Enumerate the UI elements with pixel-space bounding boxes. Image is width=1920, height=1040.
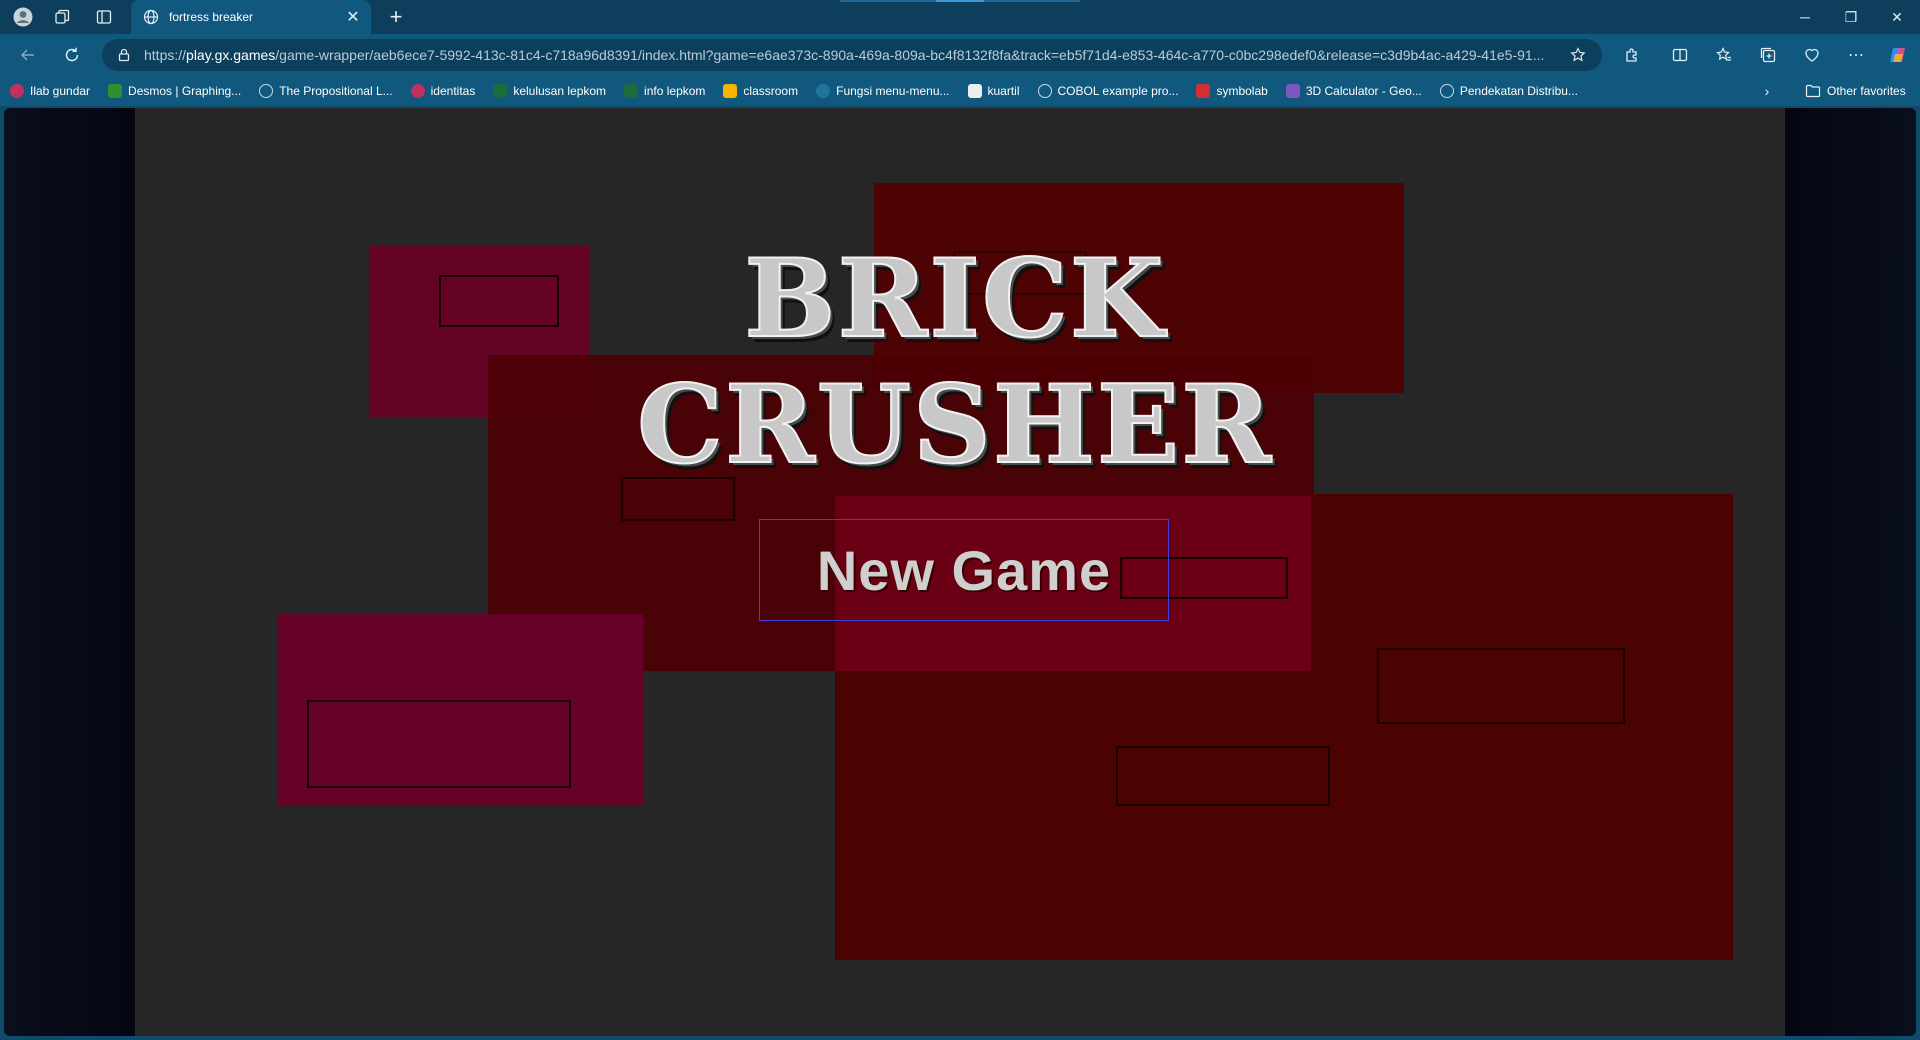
bookmark-symbolab[interactable]: symbolab [1196, 84, 1268, 98]
refresh-button[interactable] [56, 41, 88, 69]
lock-icon[interactable] [114, 48, 134, 62]
globe-icon [143, 9, 159, 25]
left-letterbox [4, 108, 135, 1036]
minimize-button[interactable]: ─ [1782, 0, 1828, 34]
classroom-icon [723, 84, 738, 98]
symbolab-icon [1196, 84, 1211, 98]
ilab-icon [10, 84, 24, 98]
favorites-icon[interactable] [1708, 41, 1740, 69]
other-favorites-folder[interactable]: Other favorites [1805, 76, 1906, 106]
extensions-icon[interactable] [1616, 41, 1648, 69]
browser-title-bar: fortress breaker ✕ + ─ ❐ ✕ [0, 0, 1920, 34]
url-text[interactable]: https://play.gx.games/game-wrapper/aeb6e… [144, 47, 1566, 63]
browser-toolbar: https://play.gx.games/game-wrapper/aeb6e… [0, 34, 1920, 76]
doc-icon [967, 84, 982, 98]
lepkom-icon [624, 84, 639, 98]
bookmark-kuartil[interactable]: kuartil [967, 84, 1020, 98]
split-screen-icon[interactable] [1664, 41, 1696, 69]
desmos-icon [108, 84, 123, 98]
brick-outline [1116, 746, 1330, 806]
bookmark-fungsi-menu[interactable]: Fungsi menu-menu... [816, 84, 950, 98]
url-host: play.gx.games [186, 47, 276, 63]
bookmark-info-lepkom[interactable]: info lepkom [624, 84, 705, 98]
bookmark-kelulusan-lepkom[interactable]: kelulusan lepkom [493, 84, 606, 98]
folder-icon [1805, 84, 1821, 98]
vertical-tabs-icon[interactable] [89, 4, 119, 30]
bookmark-identitas[interactable]: identitas [410, 84, 475, 98]
close-tab-icon[interactable]: ✕ [341, 5, 365, 29]
workspaces-icon[interactable] [47, 4, 77, 30]
restore-button[interactable]: ❐ [1828, 0, 1874, 34]
address-bar[interactable]: https://play.gx.games/game-wrapper/aeb6e… [102, 39, 1602, 71]
ilab-icon [410, 84, 425, 98]
geogebra-icon [1285, 84, 1300, 98]
bookmark-ilab-gundar[interactable]: Ilab gundar [10, 84, 90, 98]
bookmark-propositional[interactable]: The Propositional L... [259, 84, 393, 98]
wordpress-icon [816, 84, 831, 98]
browser-essentials-icon[interactable] [1796, 41, 1828, 69]
new-tab-button[interactable]: + [382, 4, 410, 30]
game-canvas[interactable]: BRICK CRUSHER New Game [135, 108, 1785, 1036]
bookmarks-bar: Ilab gundar Desmos | Graphing... The Pro… [0, 76, 1920, 106]
bookmark-classroom[interactable]: classroom [723, 84, 798, 98]
chevron-right-icon[interactable]: › [1756, 80, 1778, 102]
globe-icon [259, 84, 274, 98]
tab-fortress-breaker[interactable]: fortress breaker ✕ [131, 0, 371, 34]
tab-strip-indicator-active [936, 0, 984, 2]
new-game-label: New Game [816, 538, 1112, 602]
globe-icon [1037, 84, 1052, 98]
url-path: /game-wrapper/aeb6ece7-5992-413c-81c4-c7… [275, 47, 1545, 63]
more-options-icon[interactable]: ⋯ [1840, 41, 1872, 69]
brick-outline [1377, 648, 1625, 724]
tab-title: fortress breaker [169, 10, 254, 24]
copilot-icon[interactable] [1882, 41, 1914, 69]
new-game-button[interactable]: New Game [759, 519, 1169, 621]
bookmark-pendekatan[interactable]: Pendekatan Distribu... [1439, 84, 1578, 98]
collections-icon[interactable] [1752, 41, 1784, 69]
favorite-star-icon[interactable] [1566, 47, 1590, 63]
game-title: BRICK CRUSHER [636, 235, 1273, 489]
profile-avatar-icon[interactable] [8, 4, 38, 30]
brick-outline [307, 700, 571, 788]
back-button[interactable] [12, 41, 44, 69]
bookmark-3d-calculator[interactable]: 3D Calculator - Geo... [1285, 84, 1422, 98]
globe-icon [1439, 84, 1454, 98]
lepkom-icon [493, 84, 508, 98]
bookmark-desmos[interactable]: Desmos | Graphing... [108, 84, 241, 98]
bookmark-cobol[interactable]: COBOL example pro... [1037, 84, 1178, 98]
url-scheme: https:// [144, 47, 187, 63]
page-viewport: BRICK CRUSHER New Game [4, 108, 1916, 1036]
close-window-button[interactable]: ✕ [1874, 0, 1920, 34]
right-letterbox [1785, 108, 1916, 1036]
